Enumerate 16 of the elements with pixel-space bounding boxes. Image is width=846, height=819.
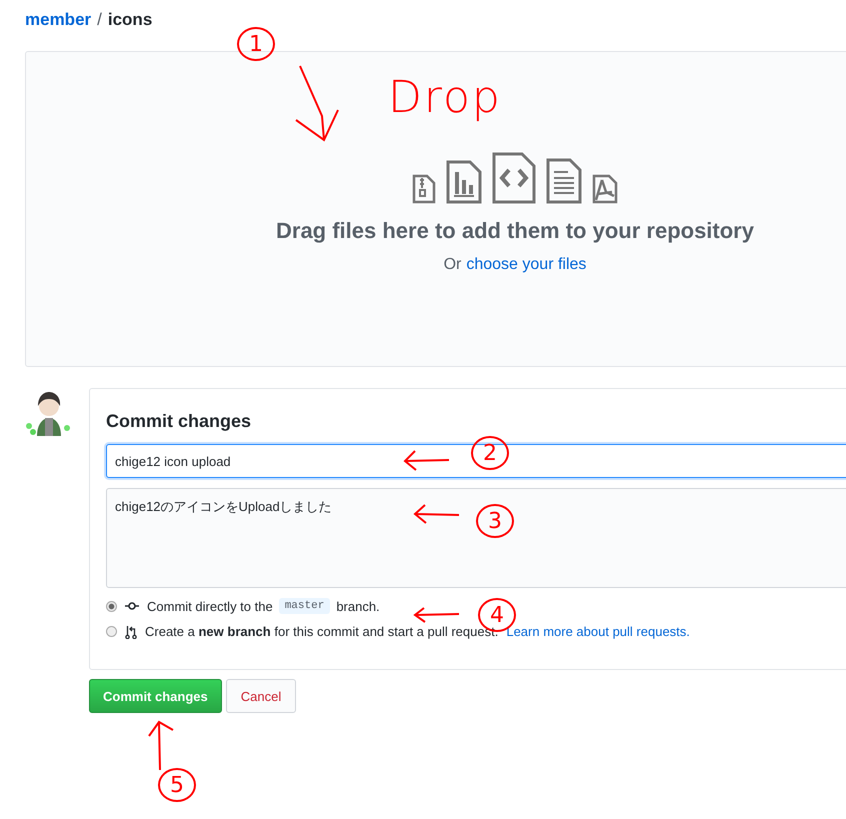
repository-link[interactable]: member	[25, 10, 92, 30]
branch-name: master	[278, 598, 330, 614]
commit-heading: Commit changes	[106, 411, 252, 432]
option-label: branch.	[336, 598, 380, 614]
circled-number: 1	[237, 27, 275, 61]
circled-number: 5	[158, 768, 196, 802]
cancel-button[interactable]: Cancel	[226, 679, 296, 713]
circled-number: 2	[471, 436, 509, 470]
drop-zone-title: Drag files here to add them to your repository	[276, 218, 754, 244]
choose-files-link[interactable]: choose your files	[466, 256, 586, 274]
circled-number: 3	[476, 504, 514, 538]
path-separator: /	[97, 10, 102, 30]
folder-name: icons	[108, 10, 152, 30]
or-text: Or	[444, 256, 462, 274]
option-label: Commit directly to the	[147, 598, 273, 614]
handwritten-word: Drop	[388, 72, 502, 123]
